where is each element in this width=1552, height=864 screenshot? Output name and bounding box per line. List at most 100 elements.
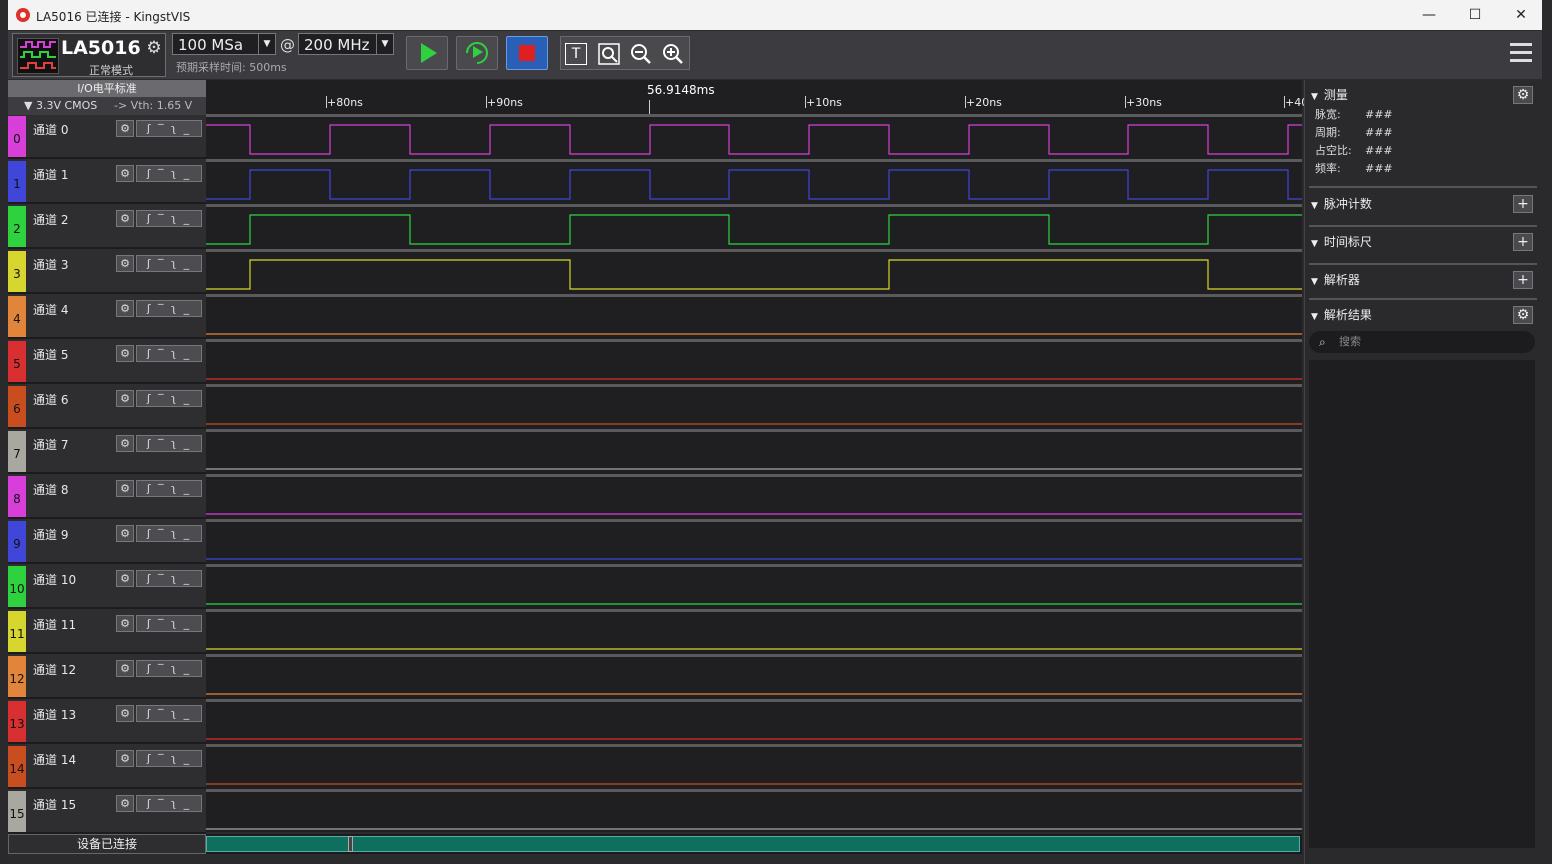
loop-start-button[interactable] (456, 36, 498, 70)
channel-trigger-buttons[interactable]: ʃ ‾ ʅ _ (136, 750, 202, 767)
timeline-scrollbar[interactable] (206, 834, 1302, 854)
channel-row[interactable]: 3 通道 3 ⚙ ʃ ‾ ʅ _ (8, 251, 206, 294)
channel-settings-gear-icon[interactable]: ⚙ (116, 705, 134, 722)
waveform-canvas[interactable] (206, 80, 1302, 832)
channel-settings-gear-icon[interactable]: ⚙ (116, 165, 134, 182)
channel-trigger-buttons[interactable]: ʃ ‾ ʅ _ (136, 210, 202, 227)
channel-name[interactable]: 通道 4 (33, 301, 68, 318)
channel-settings-gear-icon[interactable]: ⚙ (116, 210, 134, 227)
minimize-button[interactable]: — (1406, 0, 1452, 30)
channel-settings-gear-icon[interactable]: ⚙ (116, 795, 134, 812)
results-header[interactable]: ▼ 解析结果 ⚙ (1309, 304, 1537, 326)
zoom-out-icon[interactable] (629, 42, 653, 66)
waveform-area[interactable]: +80ns +90ns +10ns +20ns +30ns +40 56.9148ms (206, 80, 1308, 832)
io-standard-header: I/O电平标准 (8, 80, 206, 97)
close-button[interactable]: ✕ (1498, 0, 1544, 30)
io-standard-select[interactable]: ▼ 3.3V CMOS -> Vth: 1.65 V (8, 97, 206, 115)
channel-row[interactable]: 1 通道 1 ⚙ ʃ ‾ ʅ _ (8, 161, 206, 204)
channel-row[interactable]: 14 通道 14 ⚙ ʃ ‾ ʅ _ (8, 746, 206, 789)
add-analyzer-button[interactable]: + (1513, 271, 1533, 289)
channel-settings-gear-icon[interactable]: ⚙ (116, 750, 134, 767)
channel-settings-gear-icon[interactable]: ⚙ (116, 120, 134, 137)
channel-name[interactable]: 通道 9 (33, 526, 68, 543)
channel-trigger-buttons[interactable]: ʃ ‾ ʅ _ (136, 300, 202, 317)
channel-name[interactable]: 通道 8 (33, 481, 68, 498)
scrollbar-thumb[interactable] (348, 836, 353, 852)
channel-settings-gear-icon[interactable]: ⚙ (116, 615, 134, 632)
channel-name[interactable]: 通道 2 (33, 211, 68, 228)
results-search-input[interactable]: ⌕ 搜索 (1309, 331, 1535, 353)
channel-name[interactable]: 通道 14 (33, 751, 76, 768)
sample-depth-select[interactable]: 100 MSa ▼ (172, 33, 276, 55)
channel-name[interactable]: 通道 15 (33, 796, 76, 813)
results-list[interactable] (1309, 360, 1535, 848)
channel-settings-gear-icon[interactable]: ⚙ (116, 660, 134, 677)
channel-trigger-buttons[interactable]: ʃ ‾ ʅ _ (136, 660, 202, 677)
stop-button[interactable] (506, 36, 548, 70)
channel-trigger-buttons[interactable]: ʃ ‾ ʅ _ (136, 615, 202, 632)
results-settings-gear-icon[interactable]: ⚙ (1513, 306, 1533, 324)
channel-number: 11 (8, 611, 26, 652)
zoom-in-icon[interactable] (661, 42, 685, 66)
channel-trigger-buttons[interactable]: ʃ ‾ ʅ _ (136, 795, 202, 812)
channel-trigger-buttons[interactable]: ʃ ‾ ʅ _ (136, 165, 202, 182)
channel-row[interactable]: 13 通道 13 ⚙ ʃ ‾ ʅ _ (8, 701, 206, 744)
channel-trigger-buttons[interactable]: ʃ ‾ ʅ _ (136, 390, 202, 407)
pulse-count-header[interactable]: ▼ 脉冲计数 + (1309, 193, 1537, 215)
channel-settings-gear-icon[interactable]: ⚙ (116, 300, 134, 317)
channel-settings-gear-icon[interactable]: ⚙ (116, 345, 134, 362)
stop-icon (519, 45, 535, 61)
channel-panel: I/O电平标准 ▼ 3.3V CMOS -> Vth: 1.65 V 0 通道 0… (8, 80, 207, 834)
channel-name[interactable]: 通道 1 (33, 166, 68, 183)
channel-settings-gear-icon[interactable]: ⚙ (116, 435, 134, 452)
channel-name[interactable]: 通道 10 (33, 571, 76, 588)
channel-name[interactable]: 通道 6 (33, 391, 68, 408)
channel-name[interactable]: 通道 11 (33, 616, 76, 633)
scrollbar-track[interactable] (206, 836, 1300, 852)
channel-row[interactable]: 0 通道 0 ⚙ ʃ ‾ ʅ _ (8, 116, 206, 159)
zoom-fit-icon[interactable] (597, 42, 621, 66)
channel-name[interactable]: 通道 13 (33, 706, 76, 723)
channel-name[interactable]: 通道 5 (33, 346, 68, 363)
channel-row[interactable]: 4 通道 4 ⚙ ʃ ‾ ʅ _ (8, 296, 206, 339)
channel-row[interactable]: 2 通道 2 ⚙ ʃ ‾ ʅ _ (8, 206, 206, 249)
channel-trigger-buttons[interactable]: ʃ ‾ ʅ _ (136, 705, 202, 722)
channel-row[interactable]: 15 通道 15 ⚙ ʃ ‾ ʅ _ (8, 791, 206, 834)
channel-name[interactable]: 通道 0 (33, 121, 68, 138)
device-settings-gear-icon[interactable]: ⚙ (143, 37, 165, 59)
add-time-ruler-button[interactable]: + (1513, 233, 1533, 251)
analyzer-header[interactable]: ▼ 解析器 + (1309, 269, 1537, 291)
channel-trigger-buttons[interactable]: ʃ ‾ ʅ _ (136, 345, 202, 362)
channel-settings-gear-icon[interactable]: ⚙ (116, 570, 134, 587)
channel-row[interactable]: 9 通道 9 ⚙ ʃ ‾ ʅ _ (8, 521, 206, 564)
channel-settings-gear-icon[interactable]: ⚙ (116, 480, 134, 497)
channel-settings-gear-icon[interactable]: ⚙ (116, 255, 134, 272)
measure-header[interactable]: ▼ 测量 ⚙ (1309, 84, 1537, 106)
channel-trigger-buttons[interactable]: ʃ ‾ ʅ _ (136, 120, 202, 137)
channel-trigger-buttons[interactable]: ʃ ‾ ʅ _ (136, 435, 202, 452)
measure-settings-gear-icon[interactable]: ⚙ (1513, 86, 1533, 104)
text-annotation-icon[interactable]: T (565, 43, 587, 65)
channel-name[interactable]: 通道 7 (33, 436, 68, 453)
channel-row[interactable]: 7 通道 7 ⚙ ʃ ‾ ʅ _ (8, 431, 206, 474)
maximize-button[interactable]: ☐ (1452, 0, 1498, 30)
channel-row[interactable]: 6 通道 6 ⚙ ʃ ‾ ʅ _ (8, 386, 206, 429)
channel-row[interactable]: 10 通道 10 ⚙ ʃ ‾ ʅ _ (8, 566, 206, 609)
channel-trigger-buttons[interactable]: ʃ ‾ ʅ _ (136, 480, 202, 497)
channel-row[interactable]: 5 通道 5 ⚙ ʃ ‾ ʅ _ (8, 341, 206, 384)
channel-settings-gear-icon[interactable]: ⚙ (116, 525, 134, 542)
start-button[interactable] (406, 36, 448, 70)
add-pulse-count-button[interactable]: + (1513, 195, 1533, 213)
sample-rate-select[interactable]: 200 MHz ▼ (298, 33, 394, 55)
channel-row[interactable]: 11 通道 11 ⚙ ʃ ‾ ʅ _ (8, 611, 206, 654)
channel-row[interactable]: 8 通道 8 ⚙ ʃ ‾ ʅ _ (8, 476, 206, 519)
channel-name[interactable]: 通道 3 (33, 256, 68, 273)
time-ruler-header[interactable]: ▼ 时间标尺 + (1309, 231, 1537, 253)
channel-trigger-buttons[interactable]: ʃ ‾ ʅ _ (136, 525, 202, 542)
channel-trigger-buttons[interactable]: ʃ ‾ ʅ _ (136, 255, 202, 272)
channel-trigger-buttons[interactable]: ʃ ‾ ʅ _ (136, 570, 202, 587)
channel-row[interactable]: 12 通道 12 ⚙ ʃ ‾ ʅ _ (8, 656, 206, 699)
hamburger-menu-icon[interactable] (1510, 43, 1532, 63)
channel-name[interactable]: 通道 12 (33, 661, 76, 678)
channel-settings-gear-icon[interactable]: ⚙ (116, 390, 134, 407)
